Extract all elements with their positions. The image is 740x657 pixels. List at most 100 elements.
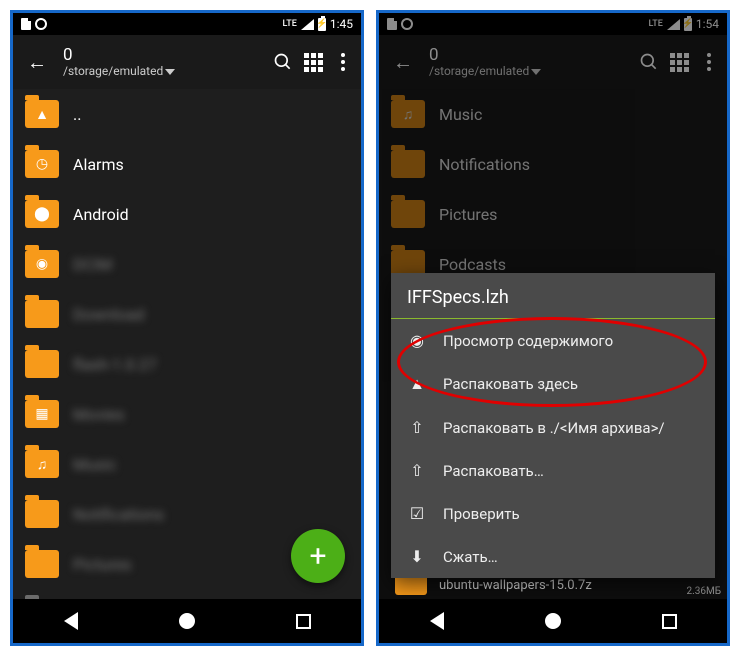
folder-icon: ▲: [25, 100, 59, 128]
up-bar-icon: ⇧: [407, 418, 427, 437]
battery-icon: ⚡: [684, 18, 692, 31]
phone-right: LTE ⚡ 1:54 ← 0 /storage/emulated ♫Music N…: [376, 10, 730, 646]
cell-signal-icon: [667, 19, 680, 30]
file-size: 2.36МБ: [686, 586, 721, 597]
folder-name: Podcasts: [439, 255, 715, 274]
network-lte: LTE: [283, 19, 297, 29]
toolbar: ← 0 /storage/emulated: [13, 35, 361, 89]
nav-back-button[interactable]: [430, 612, 444, 630]
back-button[interactable]: ←: [21, 44, 53, 81]
up-icon: ▲: [407, 374, 427, 394]
folder-row[interactable]: ♫Music: [13, 439, 361, 489]
network-lte: LTE: [649, 19, 663, 29]
folder-row[interactable]: Download: [13, 289, 361, 339]
cell-signal-icon: [301, 19, 314, 30]
folder-row[interactable]: Pictures: [379, 189, 727, 239]
fab-add-button[interactable]: +: [291, 529, 345, 583]
folder-row[interactable]: ▦Movies: [13, 389, 361, 439]
toolbar-path: /storage/emulated: [429, 64, 529, 78]
nav-recent-button[interactable]: [296, 614, 311, 629]
folder-icon: ⬤: [25, 200, 59, 228]
folder-name: ..: [73, 105, 349, 124]
folder-icon: [25, 500, 59, 528]
circle-icon: [401, 18, 413, 30]
folder-name: Movies: [73, 405, 349, 424]
folder-icon: [25, 350, 59, 378]
overflow-menu-button[interactable]: [699, 52, 719, 72]
chevron-down-icon: [165, 69, 175, 75]
folder-icon: [391, 150, 425, 178]
folder-icon: [25, 550, 59, 578]
context-menu-item[interactable]: ⬇ Сжать…: [391, 535, 715, 578]
folder-icon: ◉: [25, 250, 59, 278]
nav-home-button[interactable]: [179, 613, 195, 629]
folder-icon: ♫: [391, 100, 425, 128]
nav-back-button[interactable]: [64, 612, 78, 630]
nav-bar: [13, 599, 361, 643]
phone-left: LTE ⚡ 1:45 ← 0 /storage/emulated ▲.. ◷ Ala…: [10, 10, 364, 646]
context-menu-item[interactable]: ⇧Распаковать…: [391, 449, 715, 492]
context-menu-item[interactable]: ☑ Проверить: [391, 492, 715, 535]
eye-icon: ◉: [407, 331, 427, 350]
context-menu-item[interactable]: ▲ Распаковать здесь: [391, 362, 715, 406]
folder-name: Pictures: [439, 205, 715, 224]
overflow-menu-button[interactable]: [333, 52, 353, 72]
check-icon: ☑: [407, 504, 427, 523]
path-dropdown[interactable]: 0 /storage/emulated: [63, 46, 263, 78]
folder-name: DCIM: [73, 255, 349, 274]
clock: 1:54: [696, 17, 719, 31]
folder-name: Download: [73, 305, 349, 324]
status-bar: LTE ⚡ 1:45: [13, 13, 361, 35]
sd-card-icon: [21, 18, 31, 30]
nav-home-button[interactable]: [545, 613, 561, 629]
folder-icon: ◷: [25, 150, 59, 178]
folder-row[interactable]: ◷ Alarms: [13, 139, 361, 189]
view-grid-button[interactable]: [303, 52, 323, 72]
context-menu-label: Распаковать здесь: [443, 375, 578, 393]
sd-card-icon: [387, 18, 397, 30]
context-menu-label: Проверить: [443, 505, 520, 523]
folder-icon: [25, 300, 59, 328]
folder-row[interactable]: ◉ DCIM: [13, 239, 361, 289]
back-button[interactable]: ←: [387, 44, 419, 81]
battery-icon: ⚡: [318, 18, 326, 31]
toolbar-title: 0: [429, 46, 629, 65]
search-button[interactable]: [273, 52, 293, 72]
circle-icon: [35, 18, 47, 30]
file-list[interactable]: ▲.. ◷ Alarms ⬤ Android ◉ DCIM Download flash-1.0…: [13, 89, 361, 599]
nav-bar: [379, 599, 727, 643]
nav-recent-button[interactable]: [662, 614, 677, 629]
folder-name: Notifications: [439, 155, 715, 174]
folder-row[interactable]: ⬤ Android: [13, 189, 361, 239]
context-menu-label: Сжать…: [443, 548, 498, 566]
search-button[interactable]: [639, 52, 659, 72]
folder-icon: ♫: [25, 450, 59, 478]
folder-name: Notifications: [73, 505, 349, 524]
file-name[interactable]: ubuntu-wallpapers-15.0.7z: [439, 578, 592, 593]
toolbar: ← 0 /storage/emulated: [379, 35, 727, 89]
context-menu-item[interactable]: ⇧ Распаковать в ./<Имя архива>/: [391, 406, 715, 449]
down-icon: ⬇: [407, 547, 427, 566]
folder-name: Alarms: [73, 155, 349, 174]
context-menu: IFFSpecs.lzh ◉ Просмотр содержимого ▲ Распа…: [391, 273, 715, 578]
folder-row[interactable]: ▲..: [13, 89, 361, 139]
view-grid-button[interactable]: [669, 52, 689, 72]
toolbar-title: 0: [63, 46, 263, 65]
context-menu-item[interactable]: ◉ Просмотр содержимого: [391, 319, 715, 362]
folder-row[interactable]: Podcasts: [13, 589, 361, 599]
folder-row[interactable]: ♫Music: [379, 89, 727, 139]
folder-row[interactable]: flash-1.0.27: [13, 339, 361, 389]
context-menu-title: IFFSpecs.lzh: [391, 273, 715, 319]
folder-icon: [391, 200, 425, 228]
context-menu-label: Просмотр содержимого: [443, 332, 613, 350]
context-menu-label: Распаковать…: [443, 462, 544, 480]
clock: 1:45: [330, 17, 353, 31]
folder-name: flash-1.0.27: [73, 355, 349, 374]
path-dropdown[interactable]: 0 /storage/emulated: [429, 46, 629, 78]
chevron-down-icon: [531, 69, 541, 75]
folder-name: Android: [73, 205, 349, 224]
folder-row[interactable]: Notifications: [379, 139, 727, 189]
context-menu-label: Распаковать в ./<Имя архива>/: [443, 419, 665, 437]
toolbar-path: /storage/emulated: [63, 64, 163, 78]
status-bar: LTE ⚡ 1:54: [379, 13, 727, 35]
